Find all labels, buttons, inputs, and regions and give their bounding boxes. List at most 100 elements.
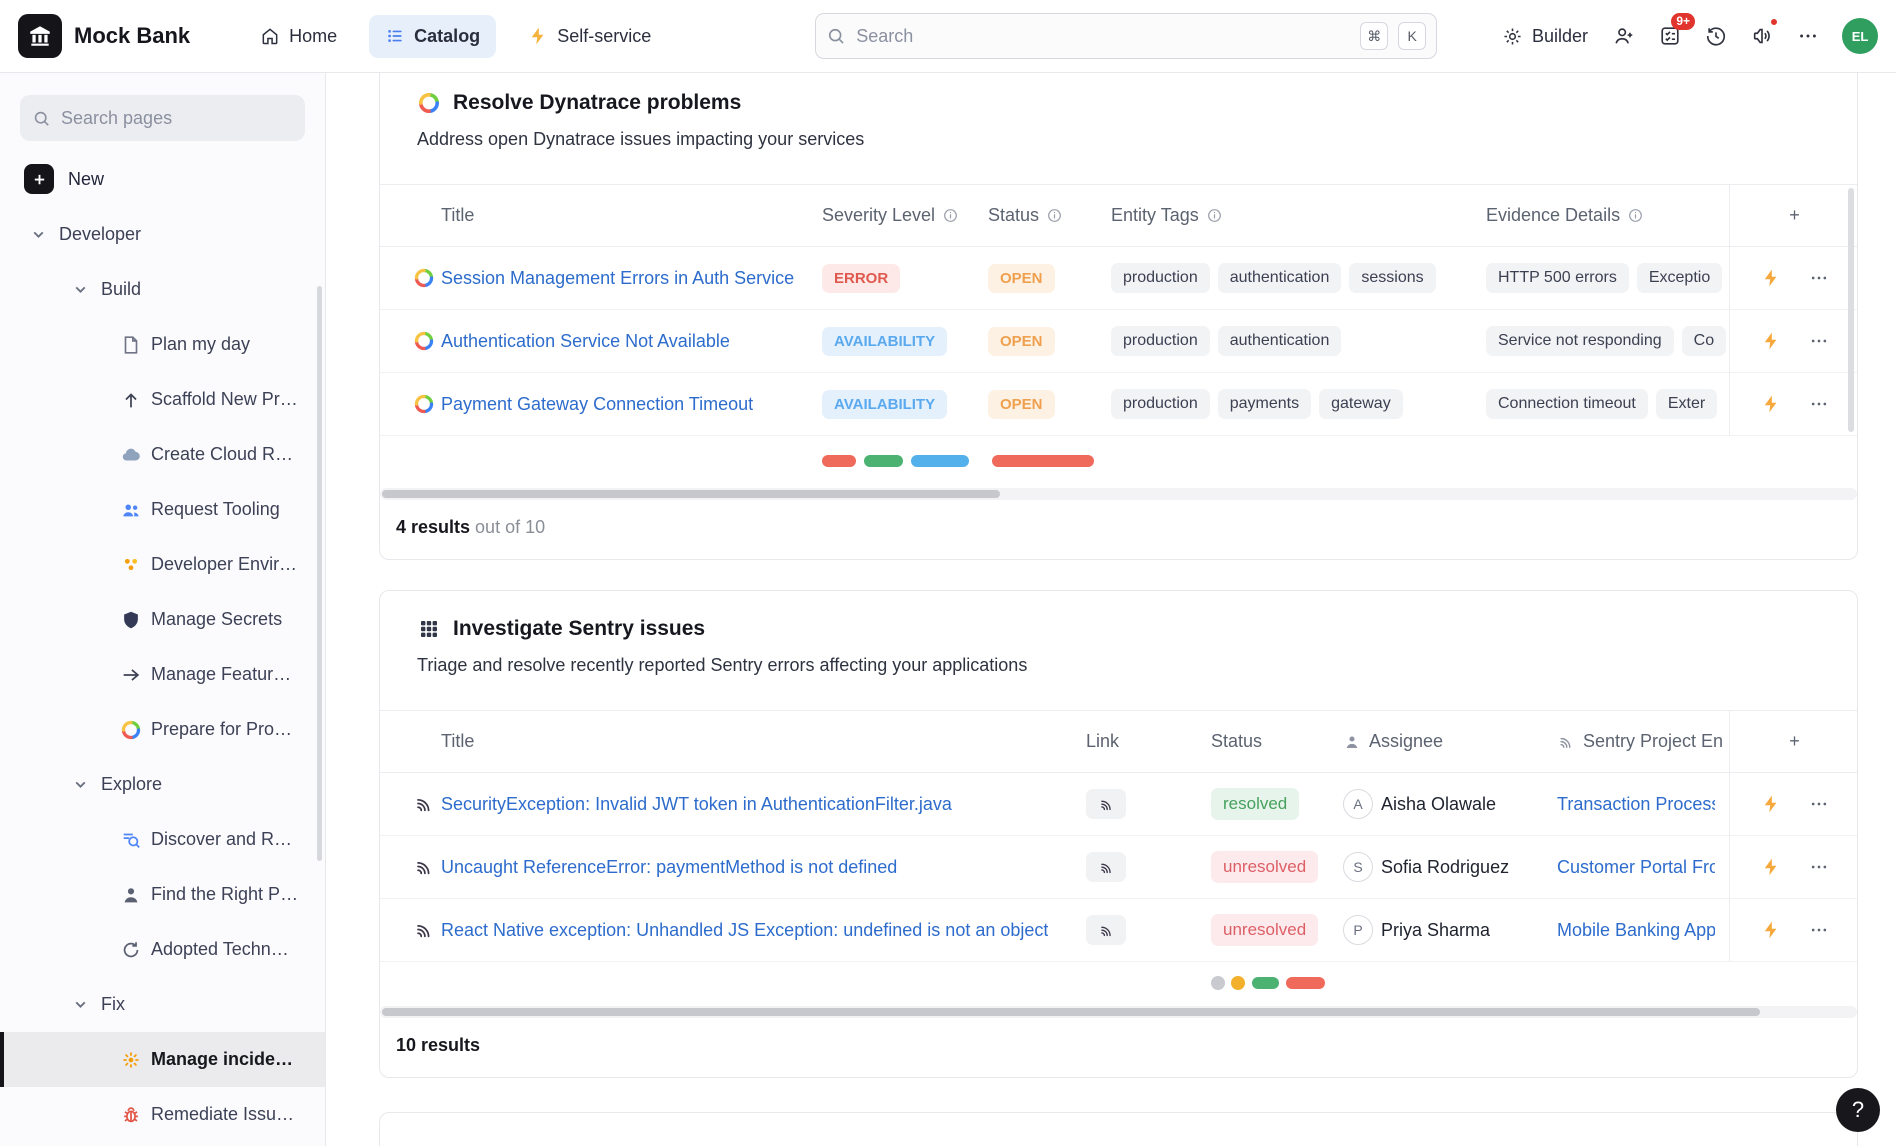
- row-menu-button[interactable]: [1806, 328, 1832, 354]
- search-list-icon: [120, 829, 142, 851]
- row-menu-button[interactable]: [1806, 854, 1832, 880]
- sentry-icon: [413, 856, 435, 878]
- severity-badge: AVAILABILITY: [822, 327, 947, 356]
- tree-group-explore[interactable]: Explore: [0, 757, 325, 812]
- sidebar-scrollbar[interactable]: [317, 286, 322, 861]
- main-content: Resolve Dynatrace problems Address open …: [326, 73, 1896, 1146]
- app-shell: New Developer Build Plan my day Scaffold…: [0, 73, 1896, 1146]
- invite-user-button[interactable]: [1604, 16, 1644, 56]
- catalog-icon: [385, 26, 405, 46]
- summary-chip: [1286, 977, 1325, 989]
- info-icon[interactable]: [943, 208, 958, 223]
- sidebar-item-find-right-p[interactable]: Find the Right P…: [0, 867, 325, 922]
- issue-link[interactable]: SecurityException: Invalid JWT token in …: [441, 794, 952, 815]
- chevron-down-icon: [72, 776, 89, 793]
- sidebar: New Developer Build Plan my day Scaffold…: [0, 73, 326, 1146]
- tree-group-developer[interactable]: Developer: [0, 207, 325, 262]
- entity-link[interactable]: Payment Gateway Connection Timeout: [441, 394, 753, 415]
- add-column-button[interactable]: +: [1778, 199, 1812, 233]
- sidebar-item-create-cloud[interactable]: Create Cloud R…: [0, 427, 325, 482]
- assignee-cell: P Priya Sharma: [1343, 899, 1557, 961]
- nav-catalog[interactable]: Catalog: [369, 15, 496, 58]
- scrollbar-thumb[interactable]: [382, 490, 1000, 498]
- sidebar-item-adopted-tech[interactable]: Adopted Techn…: [0, 922, 325, 977]
- nav-home[interactable]: Home: [244, 15, 353, 58]
- builder-button[interactable]: Builder: [1492, 18, 1598, 55]
- table-header: Title Link Status Assignee Sentry Projec…: [380, 710, 1857, 773]
- global-search[interactable]: ⌘ K: [815, 13, 1437, 59]
- card-title: Investigate Sentry issues: [453, 617, 705, 641]
- card-subtitle: Triage and resolve recently reported Sen…: [417, 655, 1857, 676]
- sidebar-item-request-tooling[interactable]: Request Tooling: [0, 482, 325, 537]
- document-icon: [120, 334, 142, 356]
- nav-self-service[interactable]: Self-service: [512, 15, 667, 58]
- entity-tags: production payments gateway: [1111, 373, 1486, 435]
- project-link[interactable]: Customer Portal Front: [1557, 857, 1715, 878]
- summary-chip: [864, 455, 903, 467]
- sentry-link-button[interactable]: [1086, 915, 1126, 945]
- arrow-right-icon: [120, 664, 142, 686]
- bank-logo-icon[interactable]: [18, 14, 62, 58]
- global-search-input[interactable]: [856, 26, 1350, 47]
- table-horizontal-scrollbar[interactable]: [380, 488, 1857, 500]
- gear-icon: [1502, 26, 1523, 47]
- new-button[interactable]: New: [0, 151, 325, 207]
- assignee-name: Priya Sharma: [1381, 920, 1490, 941]
- top-bar: Mock Bank Home Catalog Self-service ⌘ K …: [0, 0, 1896, 73]
- more-button[interactable]: [1788, 16, 1828, 56]
- project-link[interactable]: Transaction Processin: [1557, 794, 1715, 815]
- sidebar-search[interactable]: [20, 95, 305, 141]
- tree-group-fix[interactable]: Fix: [0, 977, 325, 1032]
- run-action-button[interactable]: [1758, 328, 1784, 354]
- tasks-button[interactable]: 9+: [1650, 16, 1690, 56]
- sidebar-item-manage-features[interactable]: Manage Featur…: [0, 647, 325, 702]
- row-menu-button[interactable]: [1806, 791, 1832, 817]
- issue-link[interactable]: Uncaught ReferenceError: paymentMethod i…: [441, 857, 897, 878]
- info-icon[interactable]: [1628, 208, 1643, 223]
- run-action-button[interactable]: [1758, 791, 1784, 817]
- dynatrace-card: Resolve Dynatrace problems Address open …: [379, 73, 1858, 560]
- sidebar-item-scaffold-new[interactable]: Scaffold New Pr…: [0, 372, 325, 427]
- table-vertical-scrollbar[interactable]: [1848, 188, 1854, 432]
- tree-group-build[interactable]: Build: [0, 262, 325, 317]
- sidebar-item-manage-incidents[interactable]: Manage incide…: [0, 1032, 325, 1087]
- help-button[interactable]: ?: [1836, 1088, 1880, 1132]
- run-action-button[interactable]: [1758, 391, 1784, 417]
- ellipsis-icon: [1809, 857, 1829, 877]
- info-icon[interactable]: [1047, 208, 1062, 223]
- lightning-icon: [1761, 794, 1781, 814]
- run-action-button[interactable]: [1758, 917, 1784, 943]
- sidebar-search-input[interactable]: [61, 108, 293, 129]
- row-menu-button[interactable]: [1806, 391, 1832, 417]
- add-column-button[interactable]: +: [1778, 725, 1812, 759]
- entity-link[interactable]: Session Management Errors in Auth Servic…: [441, 268, 794, 289]
- sentry-link-button[interactable]: [1086, 789, 1126, 819]
- card-header: Resolve Dynatrace problems: [380, 73, 1857, 115]
- info-icon[interactable]: [1207, 208, 1222, 223]
- assignee-cell: A Aisha Olawale: [1343, 773, 1557, 835]
- sidebar-item-discover[interactable]: Discover and R…: [0, 812, 325, 867]
- row-menu-button[interactable]: [1806, 917, 1832, 943]
- issue-link[interactable]: React Native exception: Unhandled JS Exc…: [441, 920, 1048, 941]
- run-action-button[interactable]: [1758, 854, 1784, 880]
- sidebar-item-remediate-issues[interactable]: Remediate Issu…: [0, 1087, 325, 1142]
- history-button[interactable]: [1696, 16, 1736, 56]
- sidebar-item-prepare-production[interactable]: Prepare for Pro…: [0, 702, 325, 757]
- evidence-details: Service not responding Co: [1486, 310, 1729, 372]
- announcements-button[interactable]: [1742, 16, 1782, 56]
- col-entity-tags: Entity Tags: [1111, 185, 1486, 246]
- row-menu-button[interactable]: [1806, 265, 1832, 291]
- scrollbar-thumb[interactable]: [382, 1008, 1760, 1016]
- run-action-button[interactable]: [1758, 265, 1784, 291]
- user-avatar[interactable]: EL: [1842, 18, 1878, 54]
- table-horizontal-scrollbar[interactable]: [380, 1006, 1857, 1018]
- entity-link[interactable]: Authentication Service Not Available: [441, 331, 730, 352]
- summary-chip: [911, 455, 969, 467]
- project-link[interactable]: Mobile Banking App: [1557, 920, 1715, 941]
- evidence-chip: Connection timeout: [1486, 389, 1648, 419]
- sidebar-item-developer-env[interactable]: Developer Envir…: [0, 537, 325, 592]
- sidebar-item-manage-secrets[interactable]: Manage Secrets: [0, 592, 325, 647]
- status-badge: unresolved: [1211, 914, 1318, 946]
- sidebar-item-plan-my-day[interactable]: Plan my day: [0, 317, 325, 372]
- sentry-link-button[interactable]: [1086, 852, 1126, 882]
